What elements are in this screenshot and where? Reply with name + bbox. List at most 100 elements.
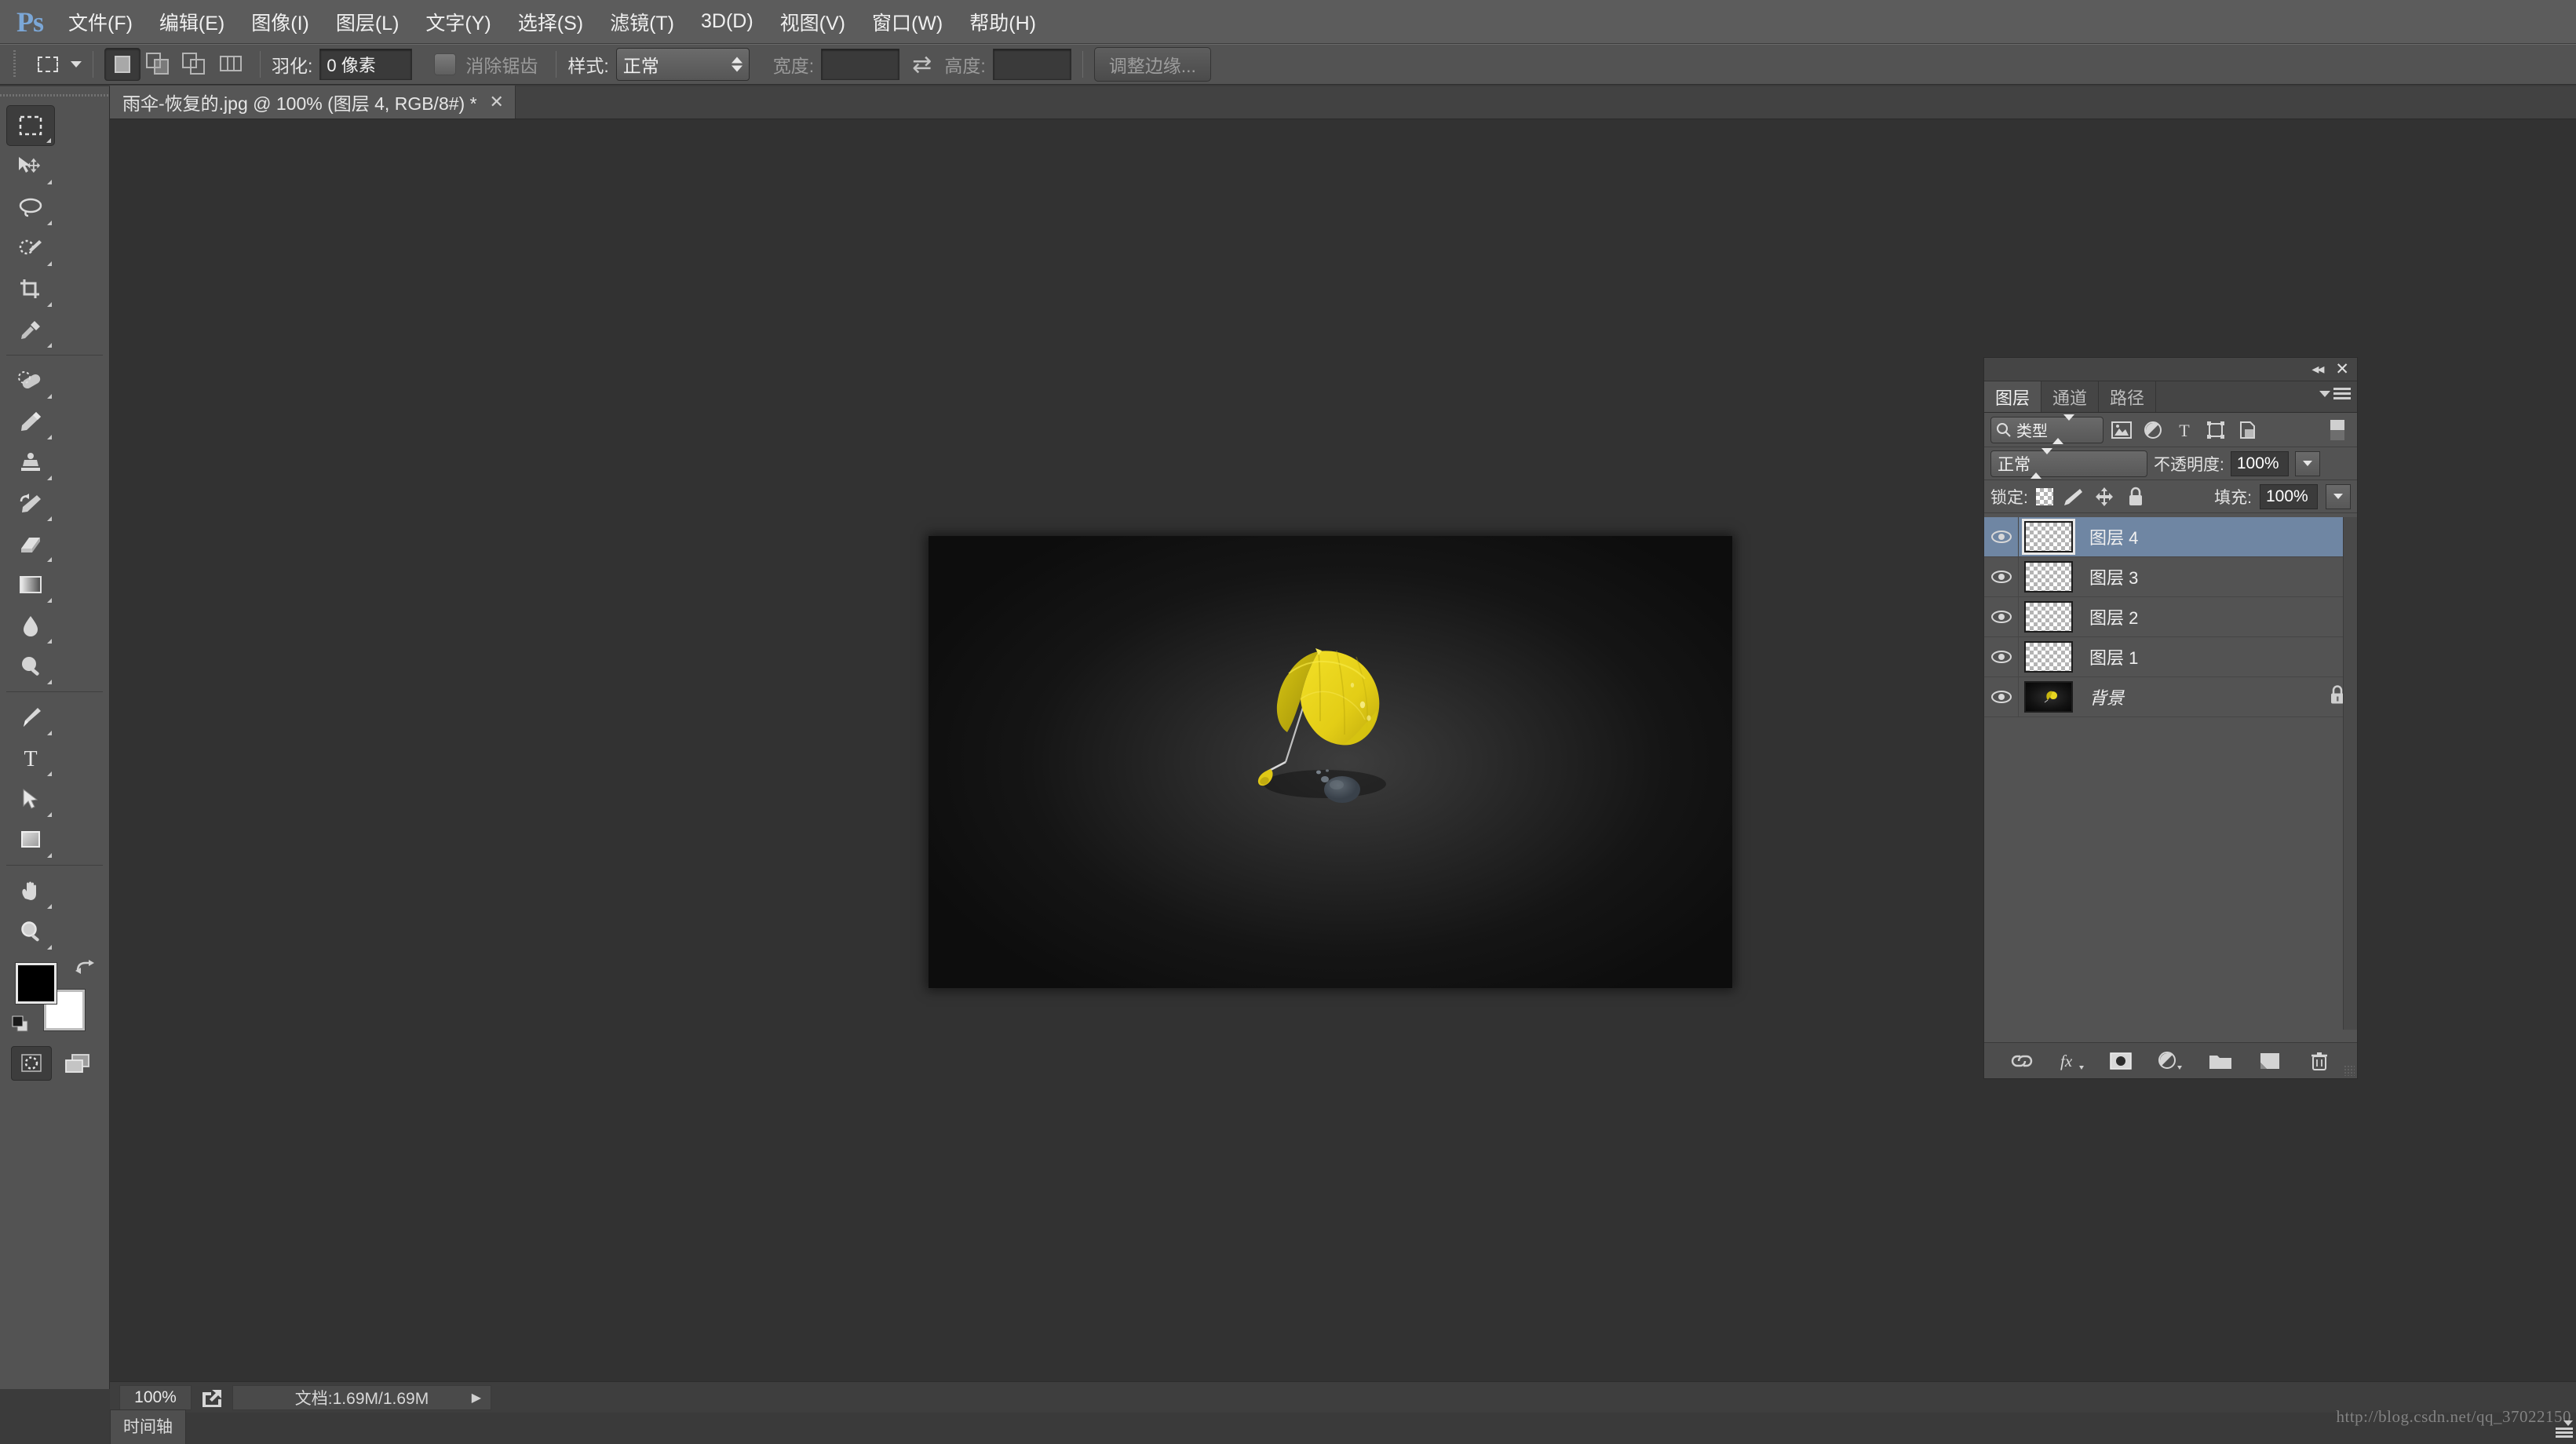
collapse-panel-icon[interactable]: ◂◂: [2311, 361, 2324, 377]
share-icon[interactable]: [192, 1387, 232, 1408]
healing-brush-tool[interactable]: [6, 360, 55, 401]
link-layers-icon[interactable]: [2007, 1048, 2037, 1074]
marquee-rect-icon[interactable]: [30, 49, 66, 80]
layer-name[interactable]: 图层 2: [2078, 604, 2138, 629]
tab-layers[interactable]: 图层: [1984, 381, 2042, 412]
options-bar-grip[interactable]: [6, 50, 22, 78]
path-selection-tool[interactable]: [6, 779, 55, 819]
filter-smartobject-icon[interactable]: [2234, 417, 2260, 443]
default-colors-icon[interactable]: [11, 1016, 30, 1037]
layer-thumbnail-cell[interactable]: [2019, 521, 2078, 552]
filter-toggle-switch[interactable]: [2324, 417, 2351, 443]
filter-pixel-icon[interactable]: [2108, 417, 2135, 443]
document-size-info[interactable]: 文档:1.69M/1.69M ▶: [232, 1384, 491, 1410]
menu-3d[interactable]: 3D(D): [688, 0, 767, 44]
fill-chevron-down-icon[interactable]: [2326, 483, 2351, 509]
layer-thumbnail-cell[interactable]: [2019, 681, 2078, 713]
layers-scrollbar[interactable]: [2343, 517, 2357, 1030]
layer-style-fx-icon[interactable]: fx: [2056, 1048, 2086, 1074]
table-row[interactable]: 图层 2: [1984, 596, 2357, 637]
document-tab[interactable]: 雨伞-恢复的.jpg @ 100% (图层 4, RGB/8#) * ✕: [110, 86, 516, 119]
type-tool[interactable]: T: [6, 738, 55, 779]
new-group-icon[interactable]: [2206, 1048, 2235, 1074]
lock-transparent-pixels-icon[interactable]: [2035, 487, 2053, 505]
pen-tool[interactable]: [6, 697, 55, 738]
new-selection-button[interactable]: [104, 48, 140, 81]
swap-width-height-icon[interactable]: ⇄: [912, 51, 932, 78]
layer-name[interactable]: 图层 3: [2078, 564, 2138, 589]
menu-select[interactable]: 选择(S): [505, 0, 597, 44]
filter-adjustment-icon[interactable]: [2140, 417, 2166, 443]
rectangle-shape-tool[interactable]: [6, 819, 55, 860]
menu-file[interactable]: 文件(F): [55, 0, 146, 44]
lock-all-icon[interactable]: [2124, 485, 2147, 509]
eraser-tool[interactable]: [6, 523, 55, 564]
layer-thumbnail-cell[interactable]: [2019, 641, 2078, 673]
menu-layer[interactable]: 图层(L): [323, 0, 413, 44]
panel-menu-button[interactable]: [2319, 388, 2351, 400]
clone-stamp-tool[interactable]: [6, 442, 55, 483]
zoom-level-input[interactable]: 100%: [119, 1384, 192, 1410]
menu-help[interactable]: 帮助(H): [956, 0, 1049, 44]
move-tool[interactable]: [6, 146, 55, 187]
hand-tool[interactable]: [6, 870, 55, 911]
menu-window[interactable]: 窗口(W): [859, 0, 956, 44]
dodge-tool[interactable]: [6, 646, 55, 687]
lock-image-pixels-icon[interactable]: [2061, 485, 2085, 509]
refine-edge-button[interactable]: 调整边缘...: [1093, 47, 1211, 82]
corner-panel-menu[interactable]: [2549, 1420, 2573, 1441]
add-layer-mask-icon[interactable]: [2106, 1048, 2136, 1074]
opacity-value[interactable]: 100%: [2230, 450, 2289, 476]
tab-timeline[interactable]: 时间轴: [110, 1409, 186, 1444]
fill-value[interactable]: 100%: [2260, 483, 2318, 509]
eyedropper-tool[interactable]: [6, 309, 55, 350]
new-adjustment-layer-icon[interactable]: [2155, 1048, 2185, 1074]
width-input[interactable]: [821, 49, 900, 80]
foreground-color-swatch[interactable]: [16, 963, 57, 1004]
zoom-tool[interactable]: [6, 911, 55, 952]
menu-type[interactable]: 文字(Y): [412, 0, 504, 44]
layer-visibility-icon[interactable]: [1984, 556, 2019, 597]
table-row[interactable]: 图层 1: [1984, 636, 2357, 677]
table-row[interactable]: 图层 3: [1984, 556, 2357, 597]
menu-image[interactable]: 图像(I): [238, 0, 323, 44]
subtract-from-selection-button[interactable]: [177, 48, 213, 81]
antialias-checkbox[interactable]: [434, 53, 457, 75]
feather-input[interactable]: 0 像素: [319, 49, 413, 80]
layer-name[interactable]: 图层 1: [2078, 644, 2138, 669]
quick-selection-tool[interactable]: [6, 228, 55, 268]
gradient-tool[interactable]: [6, 564, 55, 605]
tab-channels[interactable]: 通道: [2041, 381, 2100, 412]
layer-visibility-icon[interactable]: [1984, 516, 2019, 557]
add-to-selection-button[interactable]: [140, 48, 177, 81]
tools-panel-grip[interactable]: [0, 86, 109, 104]
layer-name[interactable]: 背景: [2078, 684, 2124, 709]
quick-mask-toggle[interactable]: [10, 1046, 52, 1081]
panel-resize-handle[interactable]: [2344, 1065, 2355, 1076]
layer-name[interactable]: 图层 4: [2078, 524, 2138, 549]
blur-tool[interactable]: [6, 605, 55, 646]
close-panel-icon[interactable]: ✕: [2335, 359, 2349, 379]
marquee-tool[interactable]: [6, 105, 55, 146]
status-expand-icon[interactable]: ▶: [472, 1390, 481, 1406]
blend-mode-select[interactable]: 正常: [1990, 447, 2147, 479]
layer-visibility-icon[interactable]: [1984, 636, 2019, 677]
screen-mode-button[interactable]: [57, 1046, 98, 1081]
menu-edit[interactable]: 编辑(E): [146, 0, 238, 44]
layer-visibility-icon[interactable]: [1984, 676, 2019, 717]
table-row[interactable]: 图层 4: [1984, 516, 2357, 557]
opacity-chevron-down-icon[interactable]: [2294, 450, 2320, 476]
brush-tool[interactable]: [6, 401, 55, 442]
lasso-tool[interactable]: [6, 187, 55, 228]
lock-position-icon[interactable]: [2093, 485, 2116, 509]
tab-paths[interactable]: 路径: [2099, 381, 2157, 412]
close-icon[interactable]: ✕: [490, 93, 504, 111]
new-layer-icon[interactable]: [2255, 1048, 2285, 1074]
delete-layer-icon[interactable]: [2304, 1048, 2334, 1074]
intersect-selection-button[interactable]: [213, 48, 249, 81]
document-canvas[interactable]: [929, 536, 1732, 988]
layer-thumbnail-cell[interactable]: [2019, 601, 2078, 633]
history-brush-tool[interactable]: [6, 483, 55, 523]
menu-view[interactable]: 视图(V): [767, 0, 859, 44]
height-input[interactable]: [992, 49, 1071, 80]
